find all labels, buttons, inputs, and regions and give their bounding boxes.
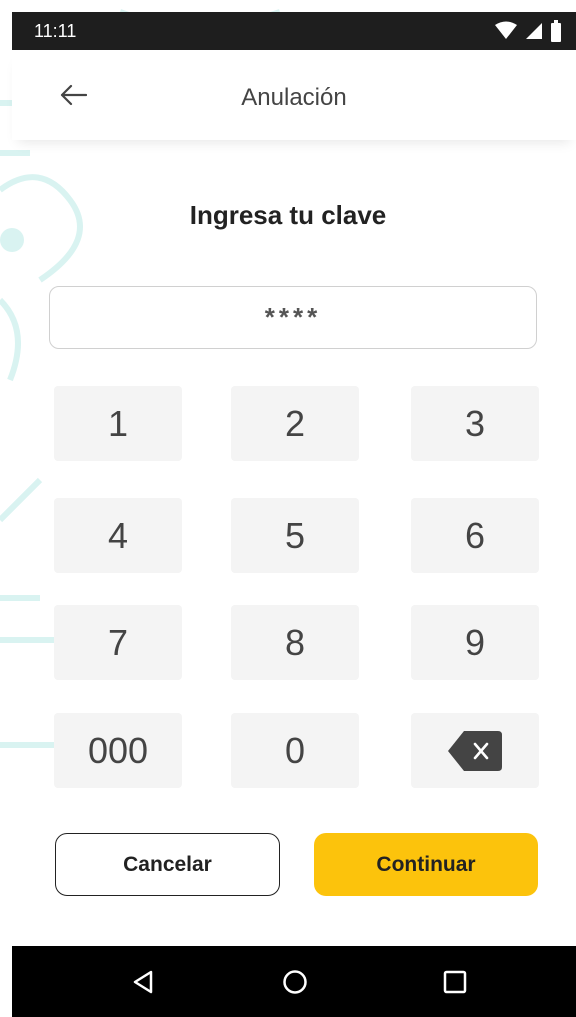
continue-button[interactable]: Continuar <box>314 833 538 896</box>
key-9[interactable]: 9 <box>411 605 539 680</box>
key-000[interactable]: 000 <box>54 713 182 788</box>
battery-icon <box>551 20 561 42</box>
key-8[interactable]: 8 <box>231 605 359 680</box>
signal-icon <box>526 23 542 39</box>
key-7[interactable]: 7 <box>54 605 182 680</box>
key-4[interactable]: 4 <box>54 498 182 573</box>
status-time: 11:11 <box>34 20 77 41</box>
nav-home-button[interactable] <box>279 966 311 998</box>
backspace-icon <box>448 730 502 771</box>
pin-heading: Ingresa tu clave <box>189 200 387 230</box>
app-bar: Anulación <box>12 50 576 140</box>
page-title: Anulación <box>241 84 347 111</box>
nav-recents-button[interactable] <box>439 966 471 998</box>
wifi-icon <box>495 21 517 39</box>
pin-field[interactable]: **** <box>49 286 537 349</box>
nav-back-button[interactable] <box>127 966 159 998</box>
cancel-button[interactable]: Cancelar <box>55 833 280 896</box>
status-icons <box>494 20 562 42</box>
home-circle-icon <box>283 970 307 994</box>
status-bar: 11:11 <box>12 12 576 50</box>
key-6[interactable]: 6 <box>411 498 539 573</box>
key-5[interactable]: 5 <box>231 498 359 573</box>
key-1[interactable]: 1 <box>54 386 182 461</box>
back-triangle-icon <box>133 970 153 994</box>
system-nav-bar <box>12 946 576 1017</box>
key-0[interactable]: 0 <box>231 713 359 788</box>
recents-square-icon <box>443 970 467 994</box>
delete-key[interactable] <box>411 713 539 788</box>
key-3[interactable]: 3 <box>411 386 539 461</box>
key-2[interactable]: 2 <box>231 386 359 461</box>
